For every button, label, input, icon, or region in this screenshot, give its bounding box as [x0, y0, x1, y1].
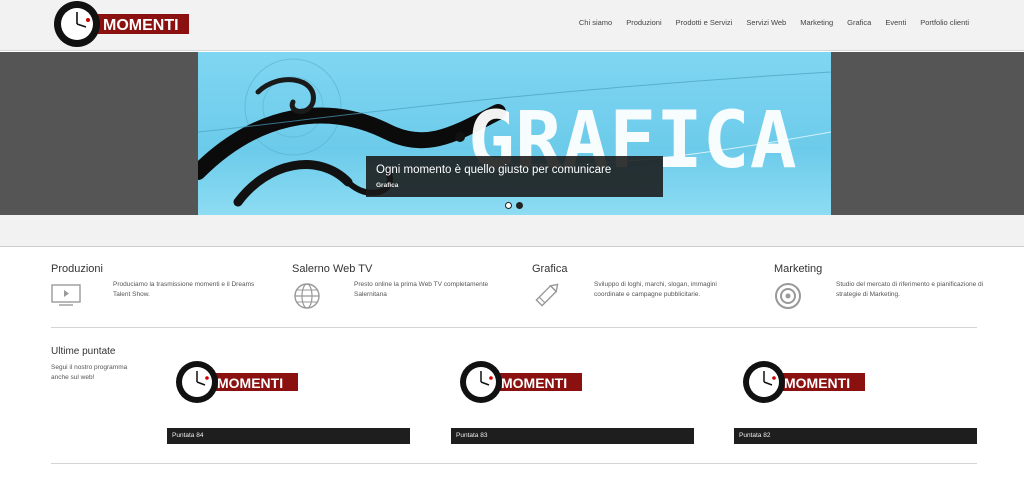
pencil-icon — [535, 283, 559, 307]
nav-produzioni[interactable]: Produzioni — [626, 18, 661, 27]
slider-pagination — [505, 202, 523, 209]
nav-grafica[interactable]: Grafica — [847, 18, 871, 27]
hero-caption-title: Ogni momento è quello giusto per comunic… — [376, 164, 612, 176]
service-text: Presto online la prima Web TV completame… — [354, 281, 489, 298]
globe-icon — [294, 283, 320, 309]
service-title: Grafica — [532, 263, 568, 275]
episode-label-bar: Puntata 84 — [167, 428, 410, 444]
service-title: Salerno Web TV — [292, 263, 373, 275]
logo-text: MOMENTI — [103, 17, 179, 34]
main-nav: Chi siamo Produzioni Prodotti e Servizi … — [579, 18, 969, 27]
service-salerno-web-tv: Salerno Web TV Presto online la prima We… — [292, 263, 522, 323]
logo-text: MOMENTI — [784, 375, 850, 391]
nav-chi-siamo[interactable]: Chi siamo — [579, 18, 612, 27]
episode-thumbnail: MOMENTI — [176, 361, 298, 403]
hero-caption-subtitle: Grafica — [376, 182, 399, 189]
service-marketing: Marketing Studio del mercato di riferime… — [774, 263, 1004, 323]
episode-label: Puntata 82 — [739, 432, 771, 439]
target-icon — [775, 283, 801, 309]
episode-card[interactable]: MOMENTI Puntata 84 — [167, 357, 410, 444]
logo-text: MOMENTI — [501, 375, 567, 391]
latest-title: Ultime puntate — [51, 346, 116, 357]
service-produzioni: Produzioni Produciamo la trasmissione mo… — [51, 263, 281, 323]
slider-dot-1[interactable] — [505, 202, 512, 209]
logo-text: MOMENTI — [217, 375, 283, 391]
latest-text: Segui il nostro programma anche sul web! — [51, 364, 128, 381]
episode-label: Puntata 84 — [172, 432, 204, 439]
episode-label: Puntata 83 — [456, 432, 488, 439]
tv-icon — [51, 284, 81, 306]
nav-eventi[interactable]: Eventi — [885, 18, 906, 27]
episode-thumbnail: MOMENTI — [743, 361, 865, 403]
episode-card[interactable]: MOMENTI Puntata 82 — [734, 357, 977, 444]
episode-label-bar: Puntata 83 — [451, 428, 694, 444]
episode-label-bar: Puntata 82 — [734, 428, 977, 444]
momenti-logo[interactable]: MOMENTI — [53, 0, 193, 48]
episode-thumbnail: MOMENTI — [460, 361, 582, 403]
service-text: Produciamo la trasmissione momenti e il … — [113, 281, 255, 298]
nav-marketing[interactable]: Marketing — [800, 18, 833, 27]
nav-portfolio-clienti[interactable]: Portfolio clienti — [920, 18, 969, 27]
episode-card[interactable]: MOMENTI Puntata 83 — [451, 357, 694, 444]
service-text: Sviluppo di loghi, marchi, slogan, immag… — [594, 281, 717, 298]
service-text: Studio del mercato di riferimento e pian… — [836, 281, 984, 298]
service-title: Marketing — [774, 263, 823, 275]
divider — [51, 327, 977, 328]
service-title: Produzioni — [51, 263, 103, 275]
service-grafica: Grafica Sviluppo di loghi, marchi, sloga… — [532, 263, 762, 323]
slider-dot-2[interactable] — [516, 202, 523, 209]
hero-caption: Ogni momento è quello giusto per comunic… — [366, 156, 663, 197]
divider — [51, 463, 977, 464]
hero-bottom-strip — [0, 215, 1024, 247]
nav-servizi-web[interactable]: Servizi Web — [746, 18, 786, 27]
nav-prodotti-servizi[interactable]: Prodotti e Servizi — [676, 18, 733, 27]
site-header: MOMENTI Chi siamo Produzioni Prodotti e … — [0, 0, 1024, 51]
